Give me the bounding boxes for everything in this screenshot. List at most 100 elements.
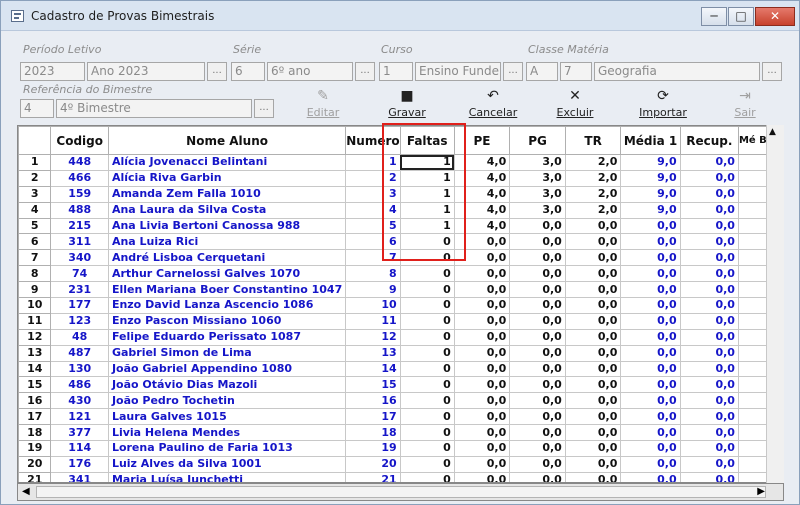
nome-cell[interactable]: Felipe Eduardo Perissato 1087: [107, 328, 347, 346]
faltas-cell[interactable]: 0: [399, 360, 455, 378]
tr-cell[interactable]: 2,0: [564, 154, 622, 171]
table-row[interactable]: 21 341 Maria Luísa Junchetti 21 0 0,0 0,0 0,0 0,…: [18, 471, 783, 482]
codigo-cell[interactable]: 215: [50, 217, 109, 235]
nome-cell[interactable]: João Gabriel Appendino 1080: [107, 360, 347, 378]
pg-cell[interactable]: 0,0: [509, 297, 566, 314]
faltas-cell[interactable]: 0: [399, 312, 455, 330]
numero-cell[interactable]: 8: [345, 265, 401, 283]
pg-cell[interactable]: 3,0: [509, 154, 566, 171]
vertical-scrollbar[interactable]: ▲: [766, 125, 784, 483]
scroll-left-icon[interactable]: ◀: [22, 486, 30, 497]
codigo-cell[interactable]: 231: [50, 281, 109, 299]
nome-cell[interactable]: Alícia Jovenacci Belintani: [107, 154, 347, 171]
recup-cell[interactable]: 0,0: [679, 281, 739, 299]
numero-cell[interactable]: 17: [345, 408, 401, 426]
recup-cell[interactable]: 0,0: [679, 408, 739, 426]
codigo-cell[interactable]: 487: [50, 344, 109, 362]
faltas-cell[interactable]: 0: [399, 392, 455, 410]
recup-cell[interactable]: 0,0: [679, 169, 739, 187]
recup-cell[interactable]: 0,0: [679, 328, 739, 346]
pe-cell[interactable]: 0,0: [453, 360, 511, 378]
media1-cell[interactable]: 0,0: [620, 265, 681, 283]
curso-code-field[interactable]: 1: [379, 62, 413, 81]
nome-cell[interactable]: Ana Luiza Rici: [107, 233, 347, 251]
numero-cell[interactable]: 15: [345, 376, 401, 394]
table-row[interactable]: 16 430 João Pedro Tochetin 16 0 0,0 0,0 0,0 0,0 0…: [18, 392, 783, 410]
numero-cell[interactable]: 9: [345, 281, 401, 299]
media1-cell[interactable]: 0,0: [620, 471, 681, 482]
nome-cell[interactable]: Livia Helena Mendes: [107, 424, 347, 442]
classe-code-field[interactable]: A: [526, 62, 558, 81]
periodo-code-field[interactable]: 2023: [20, 62, 85, 81]
pg-cell[interactable]: 0,0: [509, 471, 566, 482]
pg-header[interactable]: PG: [509, 126, 566, 155]
curso-lookup-button[interactable]: ...: [503, 62, 523, 81]
codigo-cell[interactable]: 466: [50, 169, 109, 187]
table-row[interactable]: 13 487 Gabriel Simon de Lima 13 0 0,0 0,0 0,0 0,…: [18, 344, 783, 362]
pg-cell[interactable]: 0,0: [509, 249, 566, 267]
codigo-cell[interactable]: 74: [50, 265, 109, 283]
tr-cell[interactable]: 0,0: [564, 297, 622, 314]
media1-cell[interactable]: 0,0: [620, 440, 681, 457]
close-button[interactable]: ✕: [755, 7, 795, 26]
pg-cell[interactable]: 3,0: [509, 201, 566, 219]
pe-cell[interactable]: 0,0: [453, 376, 511, 394]
recup-cell[interactable]: 0,0: [679, 201, 739, 219]
pg-cell[interactable]: 0,0: [509, 455, 566, 473]
recup-cell[interactable]: 0,0: [679, 455, 739, 473]
recup-cell[interactable]: 0,0: [679, 376, 739, 394]
codigo-cell[interactable]: 114: [50, 440, 109, 457]
table-row[interactable]: 10 177 Enzo David Lanza Ascencio 1086 10 0 0,…: [18, 297, 783, 314]
pg-cell[interactable]: 0,0: [509, 360, 566, 378]
pg-cell[interactable]: 0,0: [509, 328, 566, 346]
recup-cell[interactable]: 0,0: [679, 471, 739, 482]
pe-cell[interactable]: 0,0: [453, 265, 511, 283]
scroll-thumb[interactable]: [36, 486, 766, 498]
tr-cell[interactable]: 0,0: [564, 249, 622, 267]
recup-cell[interactable]: 0,0: [679, 360, 739, 378]
maximize-button[interactable]: □: [728, 7, 754, 26]
minimize-button[interactable]: ─: [701, 7, 727, 26]
codigo-cell[interactable]: 341: [50, 471, 109, 482]
pg-cell[interactable]: 0,0: [509, 281, 566, 299]
tr-header[interactable]: TR: [564, 126, 622, 155]
nome-cell[interactable]: Maria Luísa Junchetti: [107, 471, 347, 482]
referencia-lookup-button[interactable]: ...: [254, 99, 274, 118]
nome-cell[interactable]: Arthur Carnelossi Galves 1070: [107, 265, 347, 283]
serie-code-field[interactable]: 6: [231, 62, 265, 81]
media1-cell[interactable]: 0,0: [620, 455, 681, 473]
table-row[interactable]: 11 123 Enzo Pascon Missiano 1060 11 0 0,0 0,0 0…: [18, 312, 783, 330]
recup-cell[interactable]: 0,0: [679, 249, 739, 267]
media1-cell[interactable]: 0,0: [620, 392, 681, 410]
table-row[interactable]: 9 231 Ellen Mariana Boer Constantino 1047 9…: [18, 281, 783, 299]
nome-cell[interactable]: Ana Livia Bertoni Canossa 988: [107, 217, 347, 235]
tr-cell[interactable]: 0,0: [564, 471, 622, 482]
tr-cell[interactable]: 0,0: [564, 360, 622, 378]
nome-cell[interactable]: Lorena Paulino de Faria 1013: [107, 440, 347, 457]
pg-cell[interactable]: 0,0: [509, 217, 566, 235]
table-row[interactable]: 17 121 Laura Galves 1015 17 0 0,0 0,0 0,0 0,0 0,0: [18, 408, 783, 426]
numero-cell[interactable]: 16: [345, 392, 401, 410]
recup-cell[interactable]: 0,0: [679, 344, 739, 362]
faltas-cell[interactable]: 0: [399, 455, 455, 473]
codigo-cell[interactable]: 377: [50, 424, 109, 442]
tr-cell[interactable]: 0,0: [564, 376, 622, 394]
pg-cell[interactable]: 0,0: [509, 344, 566, 362]
materia-code-field[interactable]: 7: [560, 62, 592, 81]
pe-cell[interactable]: 0,0: [453, 328, 511, 346]
pg-cell[interactable]: 3,0: [509, 185, 566, 203]
tr-cell[interactable]: 2,0: [564, 169, 622, 187]
nome-cell[interactable]: Laura Galves 1015: [107, 408, 347, 426]
tr-cell[interactable]: 0,0: [564, 455, 622, 473]
table-row[interactable]: 14 130 João Gabriel Appendino 1080 14 0 0,0 0,…: [18, 360, 783, 378]
media1-cell[interactable]: 9,0: [620, 169, 681, 187]
codigo-cell[interactable]: 123: [50, 312, 109, 330]
recup-cell[interactable]: 0,0: [679, 312, 739, 330]
table-row[interactable]: 12 48 Felipe Eduardo Perissato 1087 12 0 0,0 0…: [18, 328, 783, 346]
nome-cell[interactable]: Ellen Mariana Boer Constantino 1047: [107, 281, 347, 299]
codigo-cell[interactable]: 486: [50, 376, 109, 394]
tr-cell[interactable]: 0,0: [564, 344, 622, 362]
recup-cell[interactable]: 0,0: [679, 392, 739, 410]
numero-cell[interactable]: 18: [345, 424, 401, 442]
editar-button[interactable]: ✎ Editar: [297, 86, 349, 124]
